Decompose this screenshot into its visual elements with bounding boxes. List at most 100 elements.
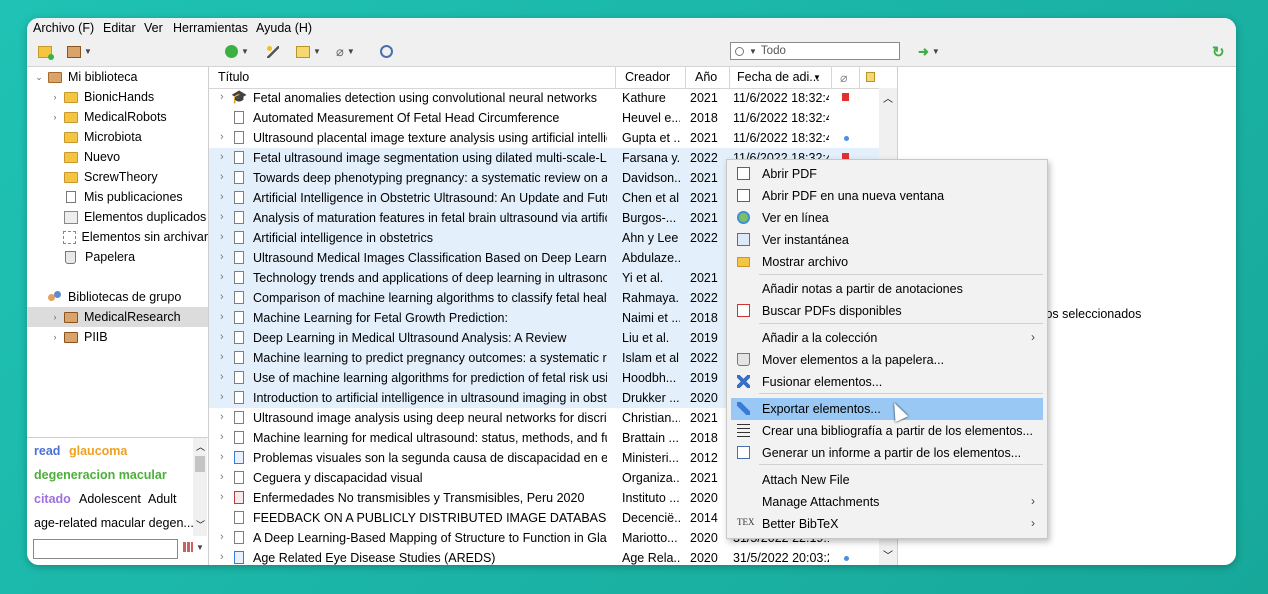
menu-item-fusionar-elementos[interactable]: Fusionar elementos...: [727, 371, 1047, 393]
expand-arrow-icon[interactable]: ›: [220, 471, 224, 483]
collection-medicalrobots[interactable]: › MedicalRobots: [27, 107, 208, 127]
group-libraries-header[interactable]: Bibliotecas de grupo: [27, 287, 208, 307]
scroll-up-icon[interactable]: ︿: [196, 440, 205, 453]
expand-arrow-icon[interactable]: ›: [220, 411, 224, 423]
expand-arrow-icon[interactable]: ›: [220, 251, 224, 263]
tag-scrollbar[interactable]: ︿ ﹀: [193, 438, 207, 536]
menu-item-mostrar-archivo[interactable]: Mostrar archivo: [727, 251, 1047, 273]
attachments-column-icon[interactable]: ⌀: [840, 70, 848, 85]
expand-arrow-icon[interactable]: ›: [50, 332, 60, 342]
collection-trash[interactable]: Papelera: [27, 247, 208, 267]
menu-ver[interactable]: Ver: [144, 21, 163, 35]
collection-microbiota[interactable]: Microbiota: [27, 127, 208, 147]
scroll-down-icon[interactable]: ﹀: [196, 518, 205, 531]
table-row[interactable]: › Ultrasound placental image texture anal…: [209, 128, 879, 148]
advanced-search-button[interactable]: [380, 43, 393, 60]
tag-filter-input[interactable]: [33, 539, 178, 559]
tag-actions-button[interactable]: ▼: [183, 542, 204, 552]
column-title[interactable]: Título: [218, 70, 249, 84]
locate-button[interactable]: ➜ ▼: [918, 43, 940, 60]
menu-ayuda[interactable]: Ayuda (H): [256, 21, 312, 35]
expand-arrow-icon[interactable]: ›: [220, 311, 224, 323]
menu-item-buscar-pdfs-disponibles[interactable]: Buscar PDFs disponibles: [727, 300, 1047, 322]
add-by-identifier-button[interactable]: [267, 43, 279, 60]
collection-my-publications[interactable]: Mis publicaciones: [27, 187, 208, 207]
new-item-button[interactable]: ▼: [225, 43, 249, 60]
expand-arrow-icon[interactable]: ›: [50, 112, 60, 122]
tag-degeneracion-macular[interactable]: degeneracion macular: [34, 468, 167, 482]
tag-age-related[interactable]: age-related macular degen...: [34, 516, 194, 530]
add-attachment-button[interactable]: ⌀ ▼: [336, 43, 355, 60]
search-mode-chevron-icon[interactable]: ▼: [749, 47, 757, 56]
expand-arrow-icon[interactable]: ›: [220, 451, 224, 463]
expand-arrow-icon[interactable]: ›: [220, 491, 224, 503]
table-row[interactable]: › 🎓 Fetal anomalies detection using convol…: [209, 88, 879, 108]
new-library-button[interactable]: ▼: [67, 43, 92, 60]
sync-button[interactable]: ↻: [1212, 43, 1225, 61]
menu-item-ver-instantánea[interactable]: Ver instantánea: [727, 229, 1047, 251]
notes-column-icon[interactable]: [866, 72, 875, 82]
menu-item-crear-una-bibliografía-a-partir-de-los-elementos[interactable]: Crear una bibliografía a partir de los e…: [727, 420, 1047, 442]
expand-arrow-icon[interactable]: ›: [50, 312, 60, 322]
column-year[interactable]: Año: [695, 70, 717, 84]
collection-screwtheory[interactable]: ScrewTheory: [27, 167, 208, 187]
expand-arrow-icon[interactable]: ›: [220, 151, 224, 163]
group-piib[interactable]: › PIIB: [27, 327, 208, 347]
menu-editar[interactable]: Editar: [103, 21, 136, 35]
scroll-thumb[interactable]: [195, 456, 205, 472]
new-note-button[interactable]: ▼: [296, 43, 321, 60]
item-year: 2020: [690, 551, 718, 565]
menu-item-better-bibtex[interactable]: TEX Better BibTeX ›: [727, 513, 1047, 535]
collapse-arrow-icon[interactable]: ⌄: [34, 72, 44, 83]
new-collection-button[interactable]: [38, 43, 54, 60]
column-date-added[interactable]: Fecha de adi...: [737, 70, 820, 84]
tag-glaucoma[interactable]: glaucoma: [69, 444, 127, 458]
menu-herramientas[interactable]: Herramientas: [173, 21, 248, 35]
expand-arrow-icon[interactable]: ›: [220, 91, 224, 103]
pdf-attachment-icon[interactable]: [842, 93, 849, 101]
collection-unfiled[interactable]: Elementos sin archivar: [27, 227, 208, 247]
menu-item-añadir-notas-a-partir-de-anotaciones[interactable]: Añadir notas a partir de anotaciones: [727, 278, 1047, 300]
menu-item-mover-elementos-a-la-papelera[interactable]: Mover elementos a la papelera...: [727, 349, 1047, 371]
expand-arrow-icon[interactable]: ›: [220, 211, 224, 223]
collection-nuevo[interactable]: Nuevo: [27, 147, 208, 167]
expand-arrow-icon[interactable]: ›: [220, 371, 224, 383]
column-creator[interactable]: Creador: [625, 70, 670, 84]
tag-read[interactable]: read: [34, 444, 60, 458]
menu-item-abrir-pdf-en-una-nueva-ventana[interactable]: Abrir PDF en una nueva ventana: [727, 185, 1047, 207]
expand-arrow-icon[interactable]: ›: [220, 551, 224, 563]
collection-bionichands[interactable]: › BionicHands: [27, 87, 208, 107]
expand-arrow-icon[interactable]: ›: [220, 351, 224, 363]
tag-adolescent[interactable]: Adolescent: [79, 492, 141, 506]
menu-archivo[interactable]: Archivo (F): [33, 21, 94, 35]
menu-item-generar-un-informe-a-partir-de-los-elementos[interactable]: Generar un informe a partir de los eleme…: [727, 442, 1047, 464]
expand-arrow-icon[interactable]: ›: [220, 291, 224, 303]
expand-arrow-icon[interactable]: ›: [220, 391, 224, 403]
expand-arrow-icon[interactable]: ›: [220, 531, 224, 543]
menu-item-añadir-a-la-colección[interactable]: Añadir a la colección ›: [727, 327, 1047, 349]
scroll-up-icon[interactable]: ︿: [883, 90, 893, 105]
expand-arrow-icon[interactable]: ›: [220, 231, 224, 243]
expand-arrow-icon[interactable]: ›: [220, 131, 224, 143]
tag-citado[interactable]: citado: [34, 492, 71, 506]
expand-arrow-icon[interactable]: ›: [220, 331, 224, 343]
expand-arrow-icon[interactable]: ›: [220, 271, 224, 283]
expand-arrow-icon[interactable]: ›: [220, 191, 224, 203]
menu-item-manage-attachments[interactable]: Manage Attachments ›: [727, 491, 1047, 513]
tag-adult[interactable]: Adult: [148, 492, 177, 506]
collection-my-library[interactable]: ⌄ Mi biblioteca: [27, 67, 208, 87]
collection-duplicates[interactable]: Elementos duplicados: [27, 207, 208, 227]
table-row[interactable]: › Age Related Eye Disease Studies (AREDS)…: [209, 548, 879, 565]
item-creator: Rahmaya...: [622, 291, 680, 305]
search-box[interactable]: ▼ Todo: [730, 42, 900, 60]
menu-item-ver-en-línea[interactable]: Ver en línea: [727, 207, 1047, 229]
menu-item-exportar-elementos[interactable]: Exportar elementos...: [731, 398, 1043, 420]
expand-arrow-icon[interactable]: ›: [220, 431, 224, 443]
menu-item-attach-new-file[interactable]: Attach New File: [727, 469, 1047, 491]
scroll-down-icon[interactable]: ﹀: [883, 547, 893, 562]
expand-arrow-icon[interactable]: ›: [50, 92, 60, 102]
menu-item-abrir-pdf[interactable]: Abrir PDF: [727, 163, 1047, 185]
group-medicalresearch[interactable]: › MedicalResearch: [27, 307, 208, 327]
table-row[interactable]: Automated Measurement Of Fetal Head Circ…: [209, 108, 879, 128]
expand-arrow-icon[interactable]: ›: [220, 171, 224, 183]
